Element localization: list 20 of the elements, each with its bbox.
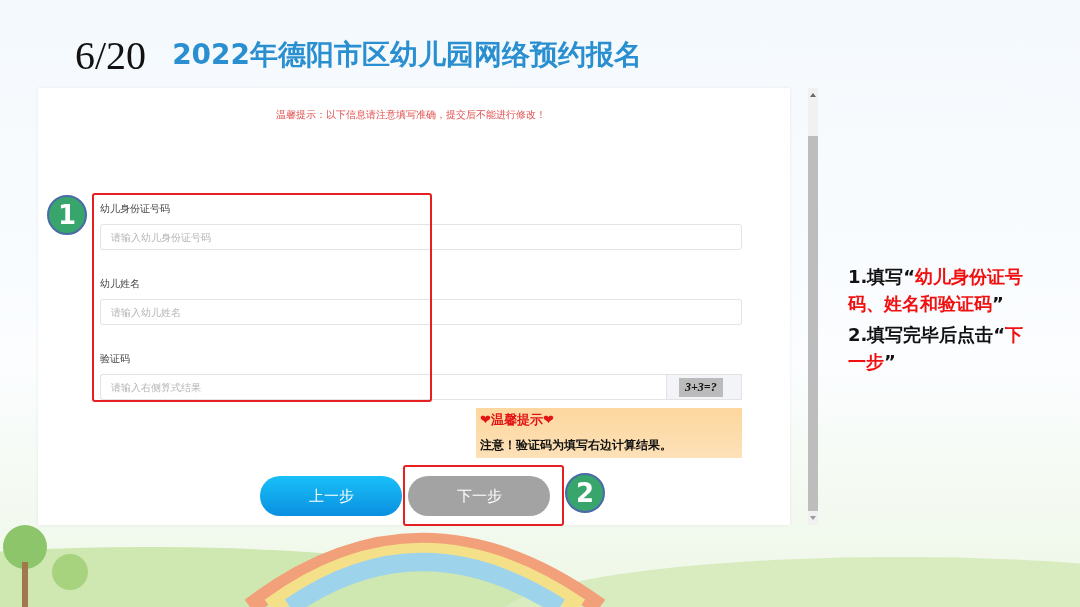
input-field[interactable]: 请输入幼儿身份证号码	[100, 224, 742, 250]
notice-text: 温馨提示：以下信息请注意填写准确，提交后不能进行修改！	[276, 108, 546, 122]
instruction-text: 2.填写完毕后点击“下一步”	[848, 323, 1025, 374]
step-badge: 1	[47, 195, 87, 235]
field-label: 幼儿姓名	[100, 277, 141, 291]
field-label: 验证码	[100, 352, 131, 366]
captcha-image[interactable]: 3+3=?	[666, 374, 742, 400]
slide-title: 2022年德阳市区幼儿园网络预约报名	[172, 37, 643, 73]
step-button[interactable]: 下一步	[408, 476, 550, 516]
scroll-up-icon[interactable]	[809, 91, 817, 99]
step-button[interactable]: 上一步	[260, 476, 402, 516]
tip-heading: ❤温馨提示❤	[480, 411, 555, 429]
instruction-text: 1.填写“幼儿身份证号码、姓名和验证码”	[848, 265, 1025, 316]
step-badge: 2	[565, 473, 605, 513]
field-label: 幼儿身份证号码	[100, 202, 171, 216]
captcha-input-field[interactable]: 请输入右侧算式结果	[100, 374, 666, 400]
scroll-down-icon[interactable]	[809, 514, 817, 522]
page-number: 6/20	[75, 31, 147, 79]
tip-text: 注意！验证码为填写右边计算结果。	[480, 437, 673, 454]
input-field[interactable]: 请输入幼儿姓名	[100, 299, 742, 325]
